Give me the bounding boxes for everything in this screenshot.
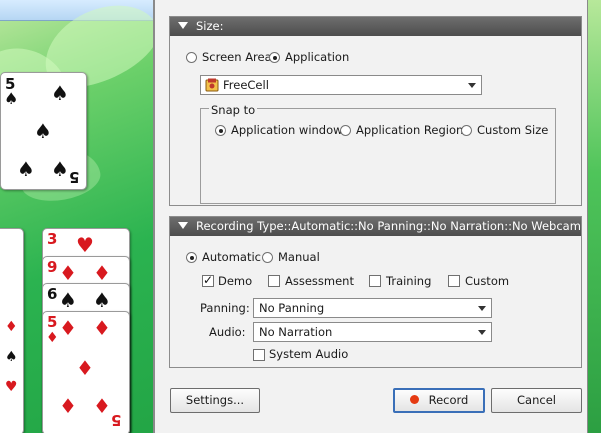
snap-application-window-label[interactable]: Application window: [231, 123, 343, 137]
manual-label[interactable]: Manual: [278, 250, 320, 264]
automatic-label[interactable]: Automatic: [202, 250, 261, 264]
chevron-down-icon: [478, 306, 486, 311]
chevron-down-icon: [478, 330, 486, 335]
snap-application-region-radio[interactable]: [340, 125, 351, 136]
screen-area-radio[interactable]: [186, 52, 197, 63]
settings-button[interactable]: Settings...: [170, 388, 260, 413]
diamond-pip: ♦: [59, 261, 77, 285]
collapse-triangle-icon[interactable]: [178, 222, 188, 229]
recording-settings-dialog: Size: Screen Area Application FreeCell S…: [153, 0, 588, 433]
assessment-label[interactable]: Assessment: [285, 274, 354, 288]
heart-pip: ♥: [76, 233, 94, 257]
diamond-pip: ♦: [59, 316, 77, 340]
snap-to-legend: Snap to: [209, 103, 258, 117]
size-panel: Size: Screen Area Application FreeCell S…: [169, 16, 582, 206]
application-radio[interactable]: [269, 52, 280, 63]
cancel-button[interactable]: Cancel: [491, 388, 582, 413]
snap-to-group: Snap to Application window Application R…: [200, 103, 556, 204]
record-dot-icon: [409, 395, 419, 404]
card-rank: 6: [47, 285, 58, 303]
demo-label[interactable]: Demo: [218, 274, 252, 288]
chevron-down-icon: [468, 83, 476, 88]
card-suit-pip: ♦: [46, 330, 59, 346]
application-select[interactable]: FreeCell: [200, 75, 482, 95]
panning-label: Panning:: [200, 301, 250, 315]
diamond-pip: ♦: [93, 394, 111, 418]
application-label[interactable]: Application: [285, 50, 349, 64]
tableau-card-five-of-diamonds[interactable]: 5 ♦ ♦ ♦ ♦ ♦ ♦ 5: [42, 311, 130, 433]
card-rank: 5: [69, 168, 80, 186]
background-right-strip: [588, 0, 601, 433]
freecell-app-icon: [205, 78, 219, 92]
freecell-card-five-of-spades[interactable]: 5 ♠ ♠ ♠ ♠ ♠ 5: [0, 72, 87, 190]
training-label[interactable]: Training: [386, 274, 431, 288]
record-button-label: Record: [428, 393, 469, 407]
card-rank: 5: [111, 411, 122, 429]
panning-select[interactable]: No Panning: [253, 298, 492, 318]
heart-pip: ♥: [5, 379, 18, 395]
spade-pip: ♠: [34, 119, 52, 143]
audio-label: Audio:: [209, 325, 246, 339]
screen-area-label[interactable]: Screen Area: [202, 50, 272, 64]
tableau-column-left-edge[interactable]: ♦ ♠ ♥: [0, 228, 24, 433]
size-panel-title: Size:: [196, 19, 224, 33]
spade-pip: ♠: [51, 81, 69, 105]
application-select-value: FreeCell: [223, 78, 269, 92]
system-audio-checkbox[interactable]: [253, 349, 265, 361]
audio-select-value: No Narration: [259, 325, 333, 339]
diamond-pip: ♦: [93, 261, 111, 285]
custom-label[interactable]: Custom: [465, 274, 509, 288]
spade-pip: ♠: [59, 288, 77, 312]
custom-checkbox[interactable]: [448, 275, 460, 287]
recording-type-panel: Recording Type::Automatic::No Panning::N…: [169, 216, 582, 368]
card-suit-pip: ♠: [4, 89, 19, 108]
card-rank: 3: [47, 230, 58, 248]
panning-select-value: No Panning: [259, 301, 325, 315]
manual-radio[interactable]: [262, 252, 273, 263]
spade-pip: ♠: [51, 157, 69, 181]
diamond-pip: ♦: [93, 316, 111, 340]
collapse-triangle-icon[interactable]: [178, 22, 188, 29]
diamond-pip: ♦: [59, 394, 77, 418]
snap-custom-size-label[interactable]: Custom Size: [477, 123, 548, 137]
record-button[interactable]: Record: [393, 388, 485, 413]
recording-type-title: Recording Type::Automatic::No Panning::N…: [196, 219, 581, 233]
card-rank: 9: [47, 258, 58, 276]
diamond-pip: ♦: [5, 319, 18, 335]
training-checkbox[interactable]: [369, 275, 381, 287]
assessment-checkbox[interactable]: [268, 275, 280, 287]
recording-type-header[interactable]: Recording Type::Automatic::No Panning::N…: [170, 217, 581, 236]
snap-custom-size-radio[interactable]: [461, 125, 472, 136]
spade-pip: ♠: [93, 288, 111, 312]
demo-checkbox[interactable]: [202, 273, 214, 287]
system-audio-label[interactable]: System Audio: [269, 347, 348, 361]
diamond-pip: ♦: [76, 356, 94, 380]
spade-pip: ♠: [17, 157, 35, 181]
snap-application-region-label[interactable]: Application Region: [356, 123, 463, 137]
cancel-button-label: Cancel: [517, 393, 556, 407]
spade-pip: ♠: [5, 349, 18, 365]
automatic-radio[interactable]: [186, 252, 197, 263]
settings-button-label: Settings...: [185, 393, 245, 407]
snap-application-window-radio[interactable]: [215, 125, 226, 136]
audio-select[interactable]: No Narration: [253, 322, 492, 342]
size-panel-header[interactable]: Size:: [170, 17, 581, 36]
